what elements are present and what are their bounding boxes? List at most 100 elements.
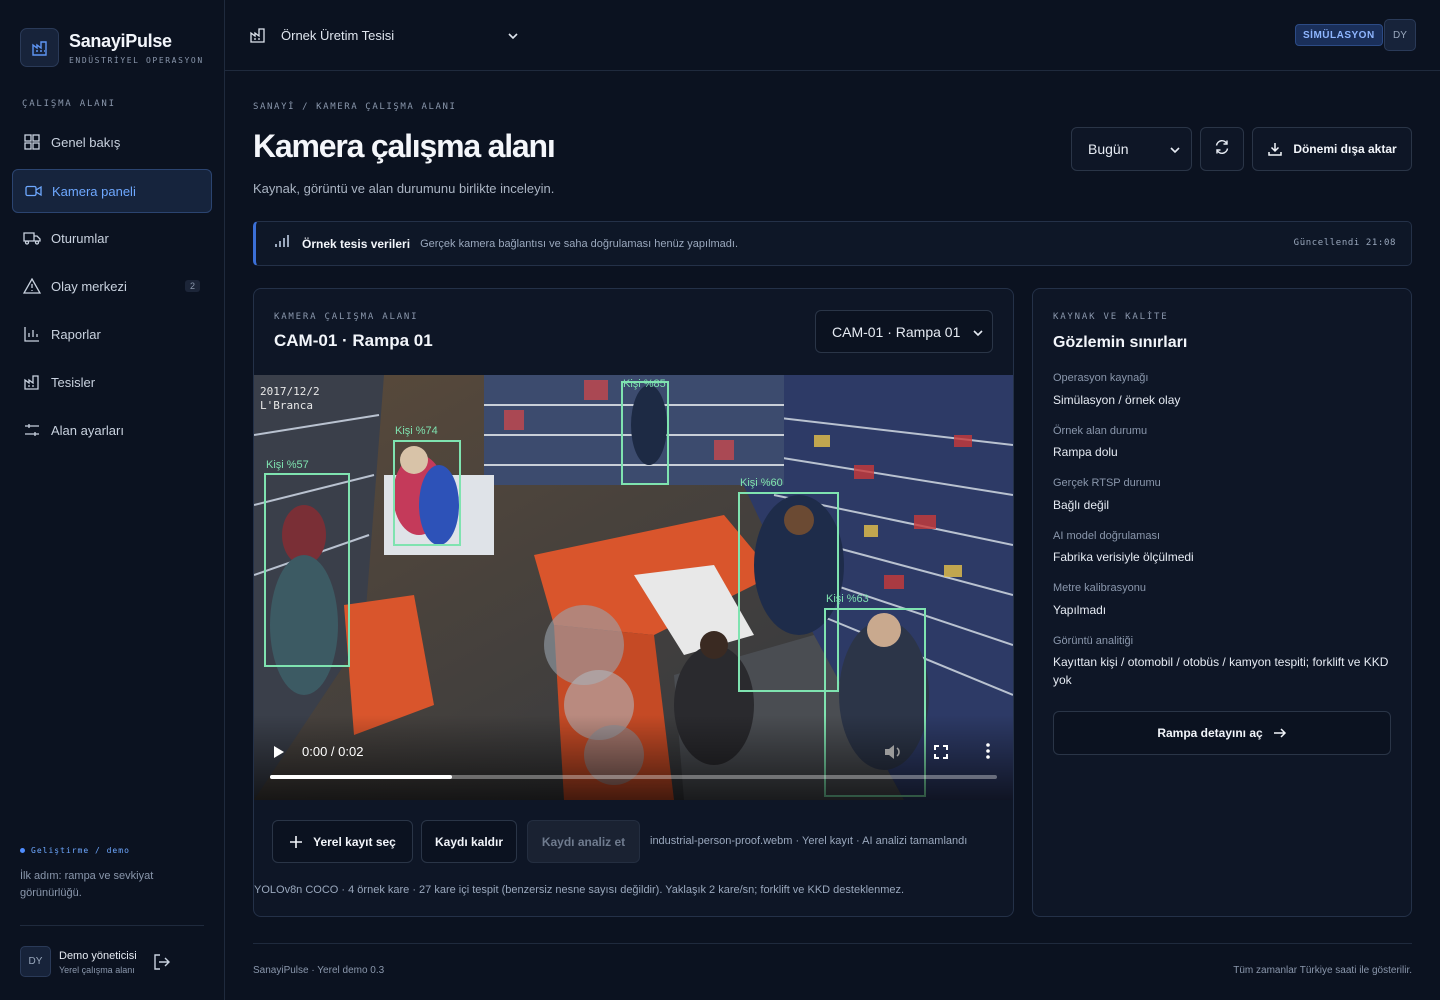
status-dot-icon [20, 848, 25, 853]
sidebar-item-label: Tesisler [51, 374, 96, 390]
environment-text: Geliştirme / demo [31, 846, 130, 855]
video-progress-fill [270, 775, 452, 779]
period-value: Bugün [1088, 141, 1129, 157]
camera-select[interactable]: CAM-01 · Rampa 01 [815, 310, 993, 353]
chevron-down-icon [972, 326, 984, 342]
sidebar-item-facilities[interactable]: Tesisler [12, 360, 212, 404]
user-name: Demo yöneticisi [59, 950, 137, 962]
analyze-recording-button[interactable]: Kaydı analiz et [527, 820, 640, 863]
area-status-label: Örnek alan durumu [1053, 425, 1148, 437]
ai-validation-label: AI model doğrulaması [1053, 530, 1160, 542]
sidebar-item-camera[interactable]: Kamera paneli [12, 169, 212, 213]
sample-data-notice: Örnek tesis verileri Gerçek kamera bağla… [253, 221, 1412, 266]
signal-icon [274, 234, 290, 253]
camera-title: CAM-01 · Rampa 01 [274, 331, 433, 350]
sidebar-item-label: Oturumlar [51, 230, 109, 246]
topbar: Örnek Üretim Tesisi SİMÜLASYON DY [225, 0, 1440, 71]
truck-icon [23, 229, 41, 247]
factory-icon [250, 27, 267, 48]
area-status-value: Rampa dolu [1053, 445, 1118, 459]
detection-box [264, 473, 350, 667]
warning-triangle-icon [23, 277, 41, 295]
select-local-recording-button[interactable]: Yerel kayıt seç [272, 820, 413, 863]
refresh-button[interactable] [1200, 127, 1244, 171]
open-ramp-detail-button[interactable]: Rampa detayını aç [1053, 711, 1391, 755]
camera-eyebrow: KAMERA ÇALIŞMA ALANI [274, 312, 419, 322]
source-quality-panel: KAYNAK VE KALİTE Gözlemin sınırları Oper… [1032, 288, 1412, 917]
fullscreen-icon[interactable] [934, 745, 948, 764]
detection-box [621, 381, 669, 485]
remove-recording-button[interactable]: Kaydı kaldır [421, 820, 517, 863]
notice-text: Gerçek kamera bağlantısı ve saha doğrula… [420, 237, 739, 250]
arrow-right-icon [1273, 728, 1286, 738]
period-select[interactable]: Bugün [1071, 127, 1192, 171]
sidebar-item-label: Raporlar [51, 326, 101, 342]
chevron-down-icon[interactable] [507, 29, 519, 47]
detection-label: Kişi %57 [266, 459, 309, 471]
stamp-location: L'Branca [260, 399, 313, 412]
sidebar-item-events[interactable]: Olay merkezi 2 [12, 264, 212, 308]
stamp-date: 2017/12/2 [260, 385, 320, 398]
sliders-icon [23, 421, 41, 439]
grid-icon [23, 133, 41, 151]
camera-panel: KAMERA ÇALIŞMA ALANI CAM-01 · Rampa 01 C… [253, 288, 1014, 917]
avatar[interactable]: DY [20, 946, 51, 977]
model-info: YOLOv8n COCO · 4 örnek kare · 27 kare iç… [254, 884, 905, 896]
footer-divider [253, 943, 1412, 944]
detection-label: Kişi %85 [623, 378, 666, 390]
avatar[interactable]: DY [1384, 19, 1416, 51]
sidebar-item-label: Kamera paneli [52, 183, 136, 199]
video-analytics-label: Görüntü analitiği [1053, 635, 1134, 647]
download-icon [1268, 143, 1283, 156]
logout-icon[interactable] [153, 953, 171, 976]
bar-chart-icon [23, 325, 41, 343]
calibration-label: Metre kalibrasyonu [1053, 582, 1146, 594]
detection-label: Kişi %74 [395, 425, 438, 437]
sidebar-item-label: Olay merkezi [51, 278, 127, 294]
camera-select-value: CAM-01 · Rampa 01 [832, 323, 961, 340]
sidebar-item-settings[interactable]: Alan ayarları [12, 408, 212, 452]
source-eyebrow: KAYNAK VE KALİTE [1053, 312, 1169, 322]
video-analytics-value: Kayıttan kişi / otomobil / otobüs / kamy… [1053, 655, 1389, 687]
source-title: Gözlemin sınırları [1053, 334, 1188, 351]
brand[interactable]: SanayiPulse ENDÜSTRİYEL OPERASYON [20, 28, 202, 67]
select-button-label: Yerel kayıt seç [313, 834, 396, 849]
user-role: Yerel çalışma alanı [59, 965, 135, 975]
video-timestamp: 2017/12/2 L'Branca [260, 385, 320, 413]
sidebar-item-reports[interactable]: Raporlar [12, 312, 212, 356]
detection-label: Kişi %60 [740, 477, 783, 489]
rtsp-status-value: Bağlı değil [1053, 498, 1110, 512]
sidebar-item-overview[interactable]: Genel bakış [12, 120, 212, 164]
sidebar-section-label: ÇALIŞMA ALANI [22, 99, 116, 109]
more-options-icon[interactable] [986, 743, 990, 764]
volume-icon[interactable] [884, 744, 902, 765]
facility-selector[interactable]: Örnek Üretim Tesisi [281, 28, 394, 43]
environment-description: İlk adım: rampa ve sevkiyat görünürlüğü. [20, 870, 154, 899]
page-title: Kamera çalışma alanı [253, 128, 556, 164]
factory-icon [23, 373, 41, 391]
factory-logo-icon [20, 28, 59, 67]
plus-icon [290, 835, 303, 848]
operation-source-label: Operasyon kaynağı [1053, 372, 1149, 384]
chevron-down-icon [1169, 143, 1181, 159]
export-label: Dönemi dışa aktar [1293, 142, 1397, 156]
camera-video-player[interactable]: 2017/12/2 L'Branca Kişi %57 Kişi %74 Kişi… [254, 375, 1013, 800]
video-progress-bar[interactable] [270, 775, 997, 779]
detection-label: Kişi %63 [826, 593, 869, 605]
footer-version: SanayiPulse · Yerel demo 0.3 [253, 965, 385, 976]
brand-subtitle: ENDÜSTRİYEL OPERASYON [69, 56, 204, 65]
calibration-value: Yapılmadı [1053, 603, 1107, 617]
detail-button-label: Rampa detayını aç [1157, 726, 1263, 740]
brand-name: SanayiPulse [69, 31, 172, 51]
video-time: 0:00 / 0:02 [302, 744, 364, 759]
event-count-badge: 2 [184, 280, 200, 292]
environment-label: Geliştirme / demo [20, 846, 130, 855]
page-subtitle: Kaynak, görüntü ve alan durumunu birlikt… [253, 181, 555, 196]
sidebar-item-label: Alan ayarları [51, 422, 124, 438]
video-camera-icon [24, 182, 42, 200]
sidebar-item-sessions[interactable]: Oturumlar [12, 216, 212, 260]
play-icon[interactable] [273, 745, 285, 764]
sidebar-item-label: Genel bakış [51, 134, 121, 150]
ai-validation-value: Fabrika verisiyle ölçülmedi [1053, 550, 1194, 564]
export-period-button[interactable]: Dönemi dışa aktar [1252, 127, 1412, 171]
